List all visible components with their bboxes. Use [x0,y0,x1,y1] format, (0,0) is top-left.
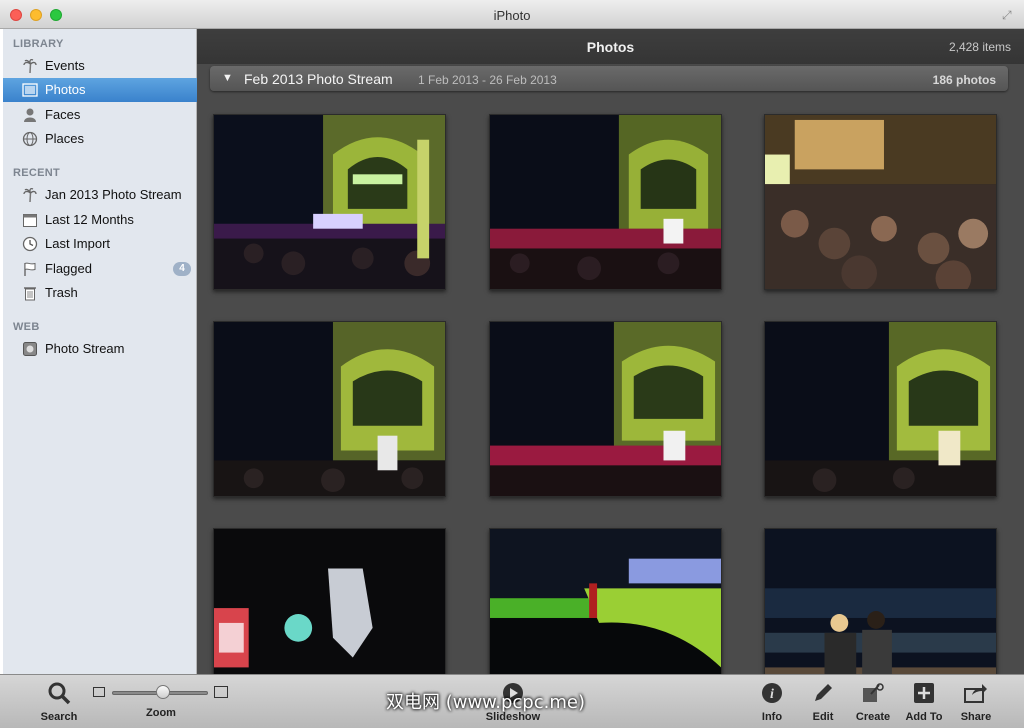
title-bar: iPhoto ⤢ [0,0,1024,29]
disclosure-triangle-icon[interactable]: ▼ [222,72,233,84]
photo-thumbnail[interactable] [764,321,997,497]
window-title: iPhoto [493,8,531,23]
sidebar: LIBRARY Events Photos Faces Places RECEN… [3,29,197,674]
sidebar-item-places[interactable]: Places [3,127,197,151]
photo-icon [21,81,39,99]
clock-icon [21,235,39,253]
event-dates: 1 Feb 2013 - 26 Feb 2013 [418,73,557,87]
calendar-icon [21,211,39,229]
page-title: Photos [586,39,635,55]
sidebar-item-label: Last 12 Months [45,212,134,227]
zoom-label-wrap: Zoom [131,707,191,719]
event-photo-count: 186 photos [932,73,996,87]
palm-tree-icon [21,186,39,204]
share-icon [946,679,1006,707]
flagged-count-badge: 4 [173,262,191,276]
sidebar-item-label: Last Import [45,236,111,251]
svg-text:i: i [770,687,774,702]
palm-tree-icon [21,57,39,75]
sidebar-item-faces[interactable]: Faces [3,103,197,127]
sidebar-item-photos[interactable]: Photos [3,78,197,102]
add-to-button[interactable]: Add To [894,679,954,723]
fullscreen-icon[interactable]: ⤢ [1002,8,1016,22]
photo-thumbnail[interactable] [213,114,446,290]
search-label: Search [40,711,78,723]
photo-thumbnail[interactable] [489,321,722,497]
flag-icon [21,260,39,278]
section-header-web: WEB [13,321,40,333]
share-button[interactable]: Share [946,679,1006,723]
photo-thumbnail[interactable] [764,528,997,674]
sidebar-item-label: Photos [45,82,86,97]
search-button[interactable]: Search [29,679,89,723]
photo-browser: Photos 2,428 items ▼ Feb 2013 Photo Stre… [197,29,1024,674]
photo-thumbnail[interactable] [489,528,722,674]
sidebar-item-label: Events [45,58,85,73]
sidebar-item-flagged[interactable]: Flagged 4 [3,257,197,281]
sidebar-item-last-import[interactable]: Last Import [3,232,197,256]
sidebar-item-label: Flagged [45,261,92,276]
photo-thumbnail[interactable] [213,321,446,497]
sidebar-item-last-12-months[interactable]: Last 12 Months [3,208,197,232]
event-title: Feb 2013 Photo Stream [244,71,393,87]
photo-thumbnail[interactable] [213,528,446,674]
sidebar-item-label: Places [45,131,85,146]
globe-icon [21,130,39,148]
sidebar-item-label: Photo Stream [45,341,125,356]
photo-thumbnail[interactable] [489,114,722,290]
add-to-label: Add To [905,711,943,723]
photo-thumbnail[interactable] [764,114,997,290]
zoom-small-icon [93,687,105,697]
sidebar-item-events[interactable]: Events [3,54,197,78]
zoom-label: Zoom [146,707,176,719]
plus-icon [894,679,954,707]
zoom-slider-knob[interactable] [156,685,170,699]
watermark-text: 双电网 (www.pcpc.me) [386,692,585,713]
sidebar-item-label: Faces [45,107,81,122]
zoom-large-icon [214,686,228,698]
sidebar-item-trash[interactable]: Trash [3,281,197,305]
event-header[interactable]: ▼ Feb 2013 Photo Stream 1 Feb 2013 - 26 … [210,66,1008,91]
share-label: Share [960,711,992,723]
main-header: Photos 2,428 items [197,29,1024,64]
trash-icon [21,284,39,302]
photo-stream-icon [21,340,39,358]
section-header-recent: RECENT [13,167,61,179]
sidebar-item-label: Trash [45,285,78,300]
sidebar-item-label: Jan 2013 Photo Stream [45,187,182,202]
sidebar-item-photo-stream[interactable]: Photo Stream [3,337,197,361]
search-icon [29,679,89,707]
section-header-library: LIBRARY [13,38,64,50]
face-silhouette-icon [21,106,39,124]
sidebar-item-jan-2013-photo-stream[interactable]: Jan 2013 Photo Stream [3,183,197,207]
item-count: 2,428 items [948,40,1011,54]
